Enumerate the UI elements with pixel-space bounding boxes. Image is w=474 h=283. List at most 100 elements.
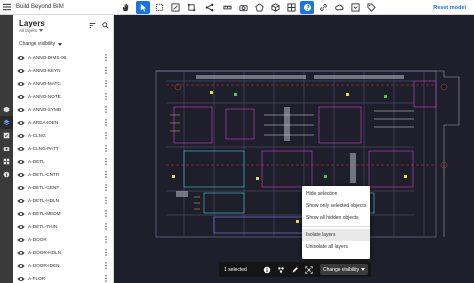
eye-icon[interactable] <box>17 81 25 87</box>
cloud-icon[interactable] <box>332 1 346 14</box>
eye-icon[interactable] <box>17 211 25 217</box>
eye-icon[interactable] <box>17 133 25 139</box>
more-options-icon[interactable] <box>105 54 107 61</box>
eye-icon[interactable] <box>17 55 25 61</box>
change-visibility-button[interactable]: Change visibility <box>320 264 369 275</box>
measure-ruler-icon[interactable] <box>220 1 234 14</box>
more-options-icon[interactable] <box>105 132 107 139</box>
menu-isolate-layers[interactable]: Isolate layers <box>302 229 370 241</box>
layer-row[interactable]: A-FLOR <box>13 272 113 283</box>
rail-layers-icon[interactable] <box>0 116 13 129</box>
focus-icon[interactable] <box>304 264 314 275</box>
layer-row[interactable]: A-DETL-CNTR <box>13 168 113 181</box>
eye-icon[interactable] <box>17 224 25 230</box>
tag-icon[interactable] <box>364 1 378 14</box>
link-icon[interactable] <box>316 1 330 14</box>
layer-row[interactable]: A-ANNO-MATC <box>13 77 113 90</box>
eye-icon[interactable] <box>17 276 25 282</box>
more-options-icon[interactable] <box>105 171 107 178</box>
layer-name: A-ANNO-SYMB <box>28 107 62 112</box>
rail-cube-icon[interactable] <box>0 103 13 116</box>
layer-row[interactable]: A-AREA-IDEN <box>13 116 113 129</box>
more-options-icon[interactable] <box>105 93 107 100</box>
more-options-icon[interactable] <box>105 145 107 152</box>
layer-row[interactable]: A-DETL-HDLN <box>13 194 113 207</box>
rail-camera-icon[interactable] <box>0 142 13 155</box>
eye-icon[interactable] <box>17 159 25 165</box>
cube-icon[interactable] <box>268 1 282 14</box>
pan-hand-icon[interactable] <box>116 1 134 14</box>
layer-name: A-AREA-IDEN <box>28 120 59 125</box>
sort-icon[interactable] <box>89 22 96 29</box>
eye-icon[interactable] <box>17 237 25 243</box>
select-cursor-icon[interactable] <box>136 1 150 14</box>
change-visibility-dropdown[interactable]: Change visibility <box>19 41 63 47</box>
crop-icon[interactable] <box>184 1 198 14</box>
hamburger-icon[interactable] <box>0 0 14 15</box>
model-viewer[interactable] <box>114 15 474 283</box>
menu-show-only-selected[interactable]: Show only selected objects <box>302 200 370 212</box>
more-options-icon[interactable] <box>105 106 107 113</box>
more-options-icon[interactable] <box>105 210 107 217</box>
layout-grid-icon[interactable] <box>284 1 298 14</box>
eye-icon[interactable] <box>17 263 25 269</box>
search-icon[interactable] <box>102 22 109 29</box>
edit-icon[interactable] <box>290 264 300 275</box>
layer-row[interactable]: A-DOOR <box>13 233 113 246</box>
layer-row[interactable]: A-CLNG-PATT <box>13 142 113 155</box>
eye-icon[interactable] <box>17 198 25 204</box>
layer-row[interactable]: A-DETL-THIN <box>13 220 113 233</box>
layer-row[interactable]: A-CLNG <box>13 129 113 142</box>
eye-icon[interactable] <box>17 172 25 178</box>
layer-row[interactable]: A-ANNO-NOTE <box>13 90 113 103</box>
box-select-icon[interactable] <box>152 1 166 14</box>
more-options-icon[interactable] <box>105 184 107 191</box>
more-options-icon[interactable] <box>105 223 107 230</box>
rail-grid-icon[interactable] <box>0 155 13 168</box>
menu-show-all-hidden[interactable]: Show all hidden objects <box>302 212 370 224</box>
layer-row[interactable]: A-DETL-GENF <box>13 181 113 194</box>
layer-row[interactable]: A-DETL <box>13 155 113 168</box>
more-options-icon[interactable] <box>105 197 107 204</box>
reset-model-button[interactable]: Reset model <box>433 0 466 15</box>
info-icon[interactable] <box>262 264 272 275</box>
more-options-icon[interactable] <box>105 275 107 282</box>
edit-markup-icon[interactable] <box>168 1 182 14</box>
help-icon[interactable] <box>300 1 314 14</box>
layer-row[interactable]: A-ANNO-KEYN <box>13 64 113 77</box>
layer-name: A-ANNO-KEYN <box>28 68 61 73</box>
menu-unisolate-all-layers[interactable]: Unisolate all layers <box>302 241 370 253</box>
eye-icon[interactable] <box>17 107 25 113</box>
eye-icon[interactable] <box>17 120 25 126</box>
layer-row[interactable]: A-DETL-MEDM <box>13 207 113 220</box>
rail-checklist-icon[interactable] <box>0 129 13 142</box>
eye-icon[interactable] <box>17 68 25 74</box>
floorplan-drawing <box>155 70 460 238</box>
layer-row[interactable]: A-DOOR-HDLN <box>13 246 113 259</box>
layers-filter-dropdown[interactable]: All layers <box>19 28 44 33</box>
eye-icon[interactable] <box>17 146 25 152</box>
chevron-down-icon <box>58 42 63 46</box>
more-options-icon[interactable] <box>105 158 107 165</box>
eye-icon[interactable] <box>17 185 25 191</box>
layer-name: A-FLOR <box>28 276 46 281</box>
menu-hide-selection[interactable]: Hide selection <box>302 188 370 200</box>
layer-row[interactable]: A-DOOR-IDEN <box>13 259 113 272</box>
eye-icon[interactable] <box>17 250 25 256</box>
eye-icon[interactable] <box>17 94 25 100</box>
rail-info-icon[interactable] <box>0 168 13 181</box>
shape-outline-icon[interactable] <box>252 1 266 14</box>
connector-icon[interactable] <box>200 1 218 14</box>
layer-name: A-DETL-HDLN <box>28 198 59 203</box>
more-options-icon[interactable] <box>105 80 107 87</box>
more-options-icon[interactable] <box>105 249 107 256</box>
properties-icon[interactable] <box>276 264 286 275</box>
more-options-icon[interactable] <box>105 67 107 74</box>
collapse-icon[interactable] <box>348 1 362 14</box>
layer-row[interactable]: A-ANNO-DIMS-96 <box>13 51 113 64</box>
camera-icon[interactable] <box>236 1 250 14</box>
more-options-icon[interactable] <box>105 236 107 243</box>
more-options-icon[interactable] <box>105 262 107 269</box>
layer-row[interactable]: A-ANNO-SYMB <box>13 103 113 116</box>
more-options-icon[interactable] <box>105 119 107 126</box>
